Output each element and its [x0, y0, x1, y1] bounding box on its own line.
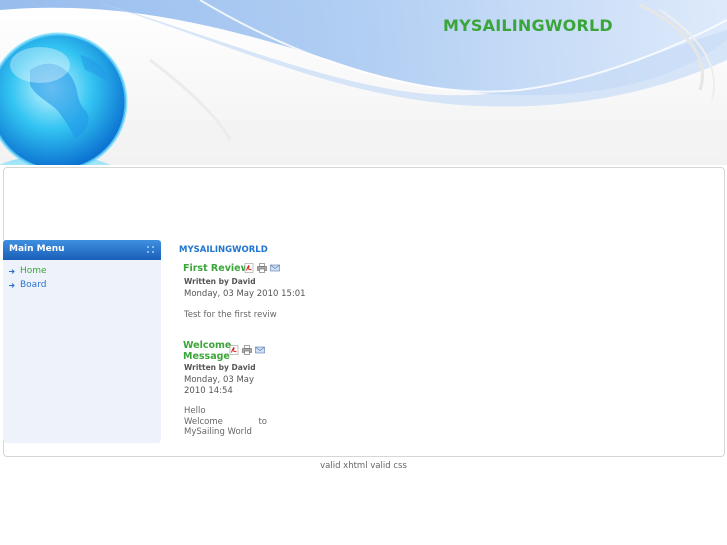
site-header: MYSAILINGWORLD [0, 0, 727, 165]
globe-icon [0, 32, 128, 165]
article-author: Written by David [184, 363, 256, 372]
article-title-first-review[interactable]: First Review [183, 263, 249, 274]
sidebar-item-home[interactable]: Home [9, 266, 47, 276]
article-actions [244, 263, 280, 273]
article-body-word: Welcome [184, 416, 223, 427]
article-actions [229, 345, 265, 355]
article-body-word: to [258, 416, 267, 427]
article-date: Monday, 03 May 2010 14:54 [184, 375, 254, 397]
article-body: Test for the first reviw [184, 310, 277, 320]
header-banner [0, 0, 727, 165]
article-author: Written by David [184, 277, 256, 286]
sidebar-item-label: Home [20, 266, 47, 276]
article-body: Hello Welcome to MySailing World [184, 406, 274, 438]
arrow-icon [9, 282, 15, 288]
content-section-title: MYSAILINGWORLD [179, 245, 268, 255]
article-body-line: Welcome to [184, 417, 267, 428]
article-body-line: MySailing World [184, 427, 252, 437]
footer: valid xhtml valid css [0, 461, 727, 471]
email-icon[interactable] [270, 263, 280, 273]
print-icon[interactable] [257, 263, 267, 273]
pdf-icon[interactable] [229, 345, 239, 355]
article-body-line: Hello [184, 406, 206, 416]
article-title-line: Welcome [183, 340, 232, 351]
article-date-line: Monday, 03 May [184, 375, 255, 385]
main-menu-header: Main Menu [3, 240, 161, 260]
arrow-icon [9, 268, 15, 274]
article-date: Monday, 03 May 2010 15:01 [184, 289, 306, 299]
article-title-line: Message [183, 351, 230, 362]
email-icon[interactable] [255, 345, 265, 355]
article-date-line: 2010 14:54 [184, 386, 233, 396]
article-title-welcome-message[interactable]: Welcome Message [183, 340, 231, 362]
valid-css-link[interactable]: valid css [370, 461, 407, 471]
sidebar-item-board[interactable]: Board [9, 280, 46, 290]
pdf-icon[interactable] [244, 263, 254, 273]
sidebar-item-label: Board [20, 280, 47, 290]
sidebar: Main Menu Home Board [3, 240, 161, 443]
valid-xhtml-link[interactable]: valid xhtml [320, 461, 367, 471]
print-icon[interactable] [242, 345, 252, 355]
menu-dots-icon [147, 246, 154, 253]
site-title[interactable]: MYSAILINGWORLD [443, 16, 613, 35]
main-menu-title: Main Menu [9, 244, 65, 254]
